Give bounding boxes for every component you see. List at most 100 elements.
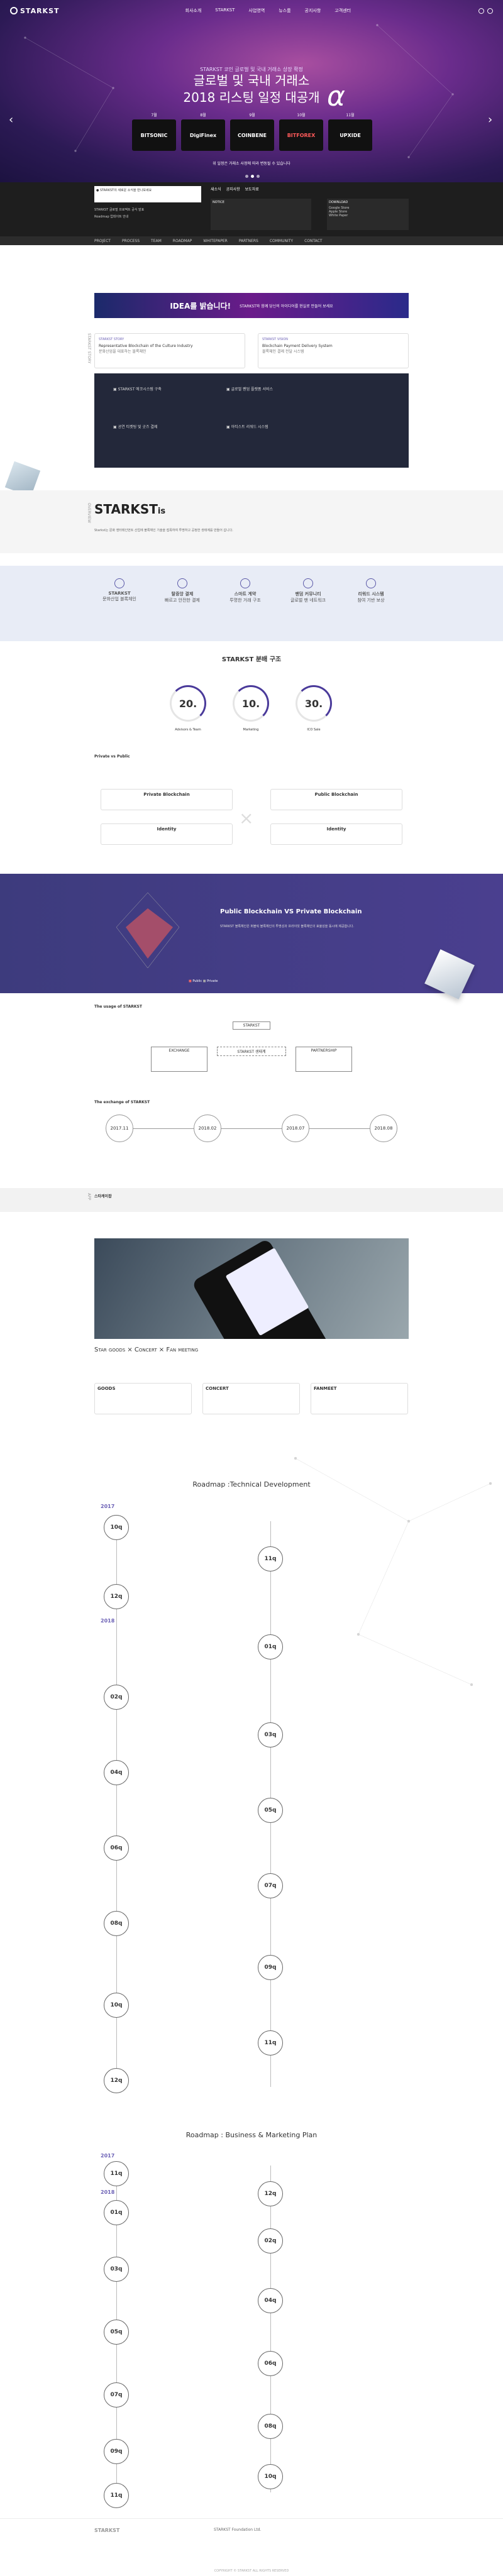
distribution-label: Advisors & Team (175, 728, 201, 732)
roadmap-node: 12q (258, 2181, 283, 2206)
menu-item[interactable]: 회사소개 (185, 8, 202, 14)
clock-icon (240, 578, 250, 588)
section-tab[interactable]: COMMUNITY (270, 239, 293, 243)
app-header-bar: APP 스타케이팝 (0, 1188, 503, 1212)
roadmap-node: 11q (258, 2030, 283, 2056)
roadmap-node: 04q (258, 2288, 283, 2313)
phone-image (94, 1238, 409, 1339)
exchange-card[interactable]: 11월 UPXIDE (328, 113, 372, 151)
section-tabs: PROJECT PROCESS TEAM ROADMAP WHITEPAPER PARTN… (0, 236, 503, 245)
roadmap-node: 02q (104, 1685, 129, 1710)
menu-item[interactable]: 사업영역 (248, 8, 265, 14)
distribution-label: ICO Sale (307, 728, 321, 732)
goods-title: Star goods × Concert × Fan meeting (94, 1346, 199, 1353)
ecosystem-panel: ▣ STARKST 에코시스템 구축 ▣ 글로벌 팬덤 플랫폼 서비스 ▣ 공연… (94, 373, 409, 468)
hero-title: 글로벌 및 국내 거래소 2018 리스팅 일정 대공개 (183, 73, 320, 105)
chain-box: Public Blockchain (270, 789, 402, 810)
feature-item: 스마트 계약 투명한 거래 구조 (220, 578, 270, 603)
news-band: ● STARKST의 새로운 소식을 만나보세요 STARKST 글로벌 프로젝… (0, 182, 503, 236)
download-link[interactable]: White Paper (329, 214, 407, 217)
roadmap-node: 03q (104, 2257, 129, 2282)
chain-box: Private Blockchain (101, 789, 233, 810)
roadmap-node: 12q (104, 1584, 129, 1609)
radar-chart (116, 892, 180, 969)
roadmap-node: 10q (258, 2464, 283, 2489)
timeline-date: 2018.07 (282, 1115, 309, 1142)
notice-box[interactable]: NOTICE (211, 199, 311, 230)
roadmap-year: 2018 (101, 2189, 115, 2195)
story-card[interactable]: STARKST STORY Representative Blockchain … (94, 333, 245, 368)
menu-item[interactable]: 뉴스룸 (279, 8, 290, 14)
exchange-title: The exchange of STARKST (94, 1100, 150, 1104)
next-arrow-icon[interactable]: › (488, 113, 492, 126)
roadmap-node: 07q (258, 1873, 283, 1898)
section-label: OVERVIEW (87, 503, 91, 523)
menu-item[interactable]: 고객센터 (334, 8, 351, 14)
usage-title: The usage of STARKST (94, 1005, 142, 1009)
usage-node: STARKST (233, 1021, 270, 1030)
news-tabs[interactable]: 새소식 공지사항 보도자료 (211, 186, 259, 192)
roadmap-year: 2017 (101, 1504, 115, 1509)
main-menu: 회사소개 STARKST 사업영역 뉴스룸 공지사항 고객센터 (185, 8, 351, 14)
roadmap-node: 08q (104, 1911, 129, 1936)
roadmap-node: 03q (258, 1722, 283, 1748)
user-icon[interactable] (487, 8, 493, 14)
usage-node: PARTNERSHIP (296, 1047, 352, 1072)
roadmap-node: 06q (258, 2351, 283, 2376)
timeline-line (119, 1128, 384, 1129)
section-tab[interactable]: ROADMAP (173, 239, 192, 243)
exchange-card[interactable]: 7월 BITSONIC (132, 113, 176, 151)
section-tab[interactable]: CONTACT (304, 239, 322, 243)
roadmap-node: 11q (258, 1546, 283, 1571)
roadmap-node: 10q (104, 1993, 129, 2018)
idea-banner[interactable]: IDEA를 밝습니다! STARKST와 함께 당신의 아이디어를 현실로 만들어… (94, 293, 409, 318)
exchange-list: 7월 BITSONIC 8월 DigiFinex 9월 COINBENE 10월 BIT… (132, 113, 372, 151)
concert-card[interactable]: CONCERT (202, 1383, 300, 1414)
timeline-date: 2017.11 (106, 1115, 133, 1142)
top-nav: STARKST 회사소개 STARKST 사업영역 뉴스룸 공지사항 고객센터 (0, 0, 503, 21)
overview-title: STARKSTis (94, 502, 166, 517)
prev-arrow-icon[interactable]: ‹ (9, 113, 13, 126)
exchange-card[interactable]: 10월 BITFOREX (279, 113, 323, 151)
site-logo[interactable]: STARKST (10, 7, 60, 15)
distribution-circle: 10. (233, 685, 269, 722)
distribution-circle: 20. (170, 685, 206, 722)
section-tab[interactable]: PROJECT (94, 239, 111, 243)
roadmap-line (270, 2166, 271, 2492)
chain-box: Identity (101, 823, 233, 845)
eco-item: ▣ 공연 티켓팅 및 굿즈 결제 (113, 425, 158, 429)
hero-note: 위 일정은 거래소 사정에 따라 변동될 수 있습니다 (213, 162, 290, 166)
news-promo[interactable]: ● STARKST의 새로운 소식을 만나보세요 (94, 186, 201, 202)
people-icon (366, 578, 376, 588)
versus-icon: × (239, 808, 254, 828)
vision-card[interactable]: STARKST VISION Blockchain Payment Delive… (258, 333, 409, 368)
distribution-label: Marketing (243, 728, 259, 732)
overview-section: OVERVIEW STARKSTis Starkst는 문화 엔터테인먼트 산업… (0, 490, 503, 553)
section-tab[interactable]: WHITEPAPER (203, 239, 228, 243)
footer-logo[interactable]: STARKST (94, 2528, 119, 2533)
roadmap-node: 11q (104, 2483, 129, 2508)
roadmap-node: 11q (104, 2161, 129, 2186)
slider-dots[interactable] (245, 175, 260, 178)
section-tab[interactable]: TEAM (151, 239, 162, 243)
roadmap-node: 05q (258, 1798, 283, 1823)
exchange-card[interactable]: 8월 DigiFinex (181, 113, 225, 151)
roadmap-business-title: Roadmap : Business & Marketing Plan (185, 2131, 318, 2139)
roadmap-node: 05q (104, 2320, 129, 2345)
chart-icon (177, 578, 187, 588)
menu-item[interactable]: 공지사항 (305, 8, 321, 14)
star-icon (114, 578, 124, 588)
section-tab[interactable]: PROCESS (122, 239, 140, 243)
goods-card[interactable]: GOODS (94, 1383, 192, 1414)
app-heading: 스타케이팝 (94, 1194, 112, 1199)
roadmap-year: 2017 (101, 2153, 115, 2159)
language-icon[interactable] (478, 8, 484, 14)
section-tab[interactable]: PARTNERS (239, 239, 258, 243)
fanmeet-card[interactable]: FANMEET (311, 1383, 408, 1414)
exchange-card[interactable]: 9월 COINBENE (230, 113, 274, 151)
roadmap-node: 01q (104, 2200, 129, 2225)
menu-item[interactable]: STARKST (215, 8, 235, 14)
distribution-circle: 30. (296, 685, 332, 722)
news-list[interactable]: STARKST 글로벌 프로젝트 공식 발표 Roadmap 업데이트 안내 (94, 207, 201, 219)
feature-item: 리워드 시스템 참여 기반 보상 (346, 578, 396, 603)
